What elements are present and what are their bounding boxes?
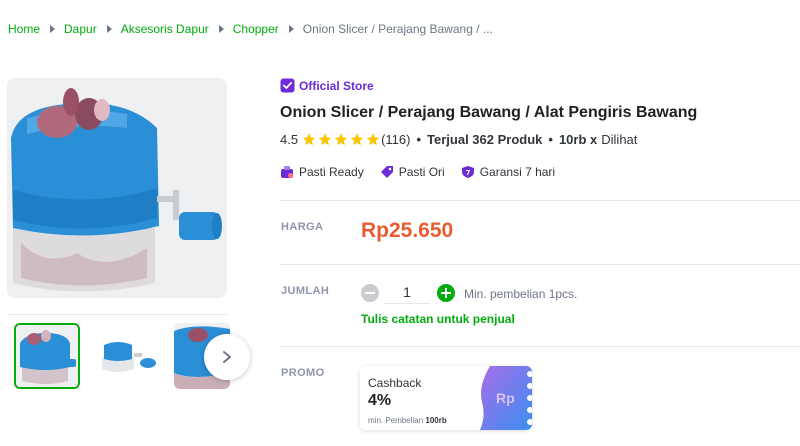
promo-value: 4% [368,392,392,409]
star-icon [318,133,332,146]
quantity-increase-button[interactable] [437,284,455,302]
divider [280,264,800,265]
star-icon [302,133,316,146]
coupon-art-icon: Rp [480,366,532,430]
badge-pasti-ori: Pasti Ori [380,165,445,179]
minimum-purchase-text: Min. pembelian 1pcs. [464,287,578,301]
separator-dot: • [548,132,553,147]
product-price: Rp25.650 [361,219,454,242]
promo-min-prefix: min. Pembelian [368,416,424,425]
promo-min-amount: 100rb [425,416,447,425]
official-store-badge: Official Store [280,78,374,93]
promo-type: Cashback [368,376,422,390]
badge-label: Garansi 7 hari [479,165,556,179]
rating-row: 4.5 (116) • Terjual 362 Produk • 10rb x … [280,132,637,147]
separator-dot: • [416,132,422,147]
breadcrumb-dapur[interactable]: Dapur [64,22,97,36]
thumbnail-next-button[interactable] [204,334,250,380]
chevron-right-icon [223,351,231,363]
views-count: 10rb x [558,132,598,147]
chevron-right-icon [50,25,56,33]
breadcrumb: Home Dapur Aksesoris Dapur Chopper Onion… [8,22,493,36]
original-tag-icon [380,166,393,178]
gallery-divider [7,314,227,315]
divider [280,200,800,201]
price-label: HARGA [281,221,324,233]
chevron-right-icon [288,25,294,33]
views-label: Dilihat [601,132,638,147]
promo-label: PROMO [281,367,325,379]
quantity-decrease-button[interactable] [361,284,379,302]
review-count[interactable]: (116) [381,132,410,147]
quantity-input[interactable] [384,280,430,304]
thumbnail-1[interactable] [14,323,80,389]
badge-pasti-ready: Pasti Ready [280,165,364,179]
coupon-art-text: Rp [496,390,515,406]
svg-text:7: 7 [465,169,470,177]
ready-icon [281,166,294,179]
chevron-right-icon [106,25,112,33]
product-guarantees: Pasti Ready Pasti Ori 7 Garansi 7 hari [280,165,571,179]
breadcrumb-current: Onion Slicer / Perajang Bawang / ... [302,22,493,36]
breadcrumb-home[interactable]: Home [8,22,40,36]
cashback-promo-card[interactable]: Cashback 4% min. Pembelian 100rb Rp [360,366,532,430]
star-icon [350,133,364,146]
promo-minimum: min. Pembelian 100rb [368,416,447,425]
badge-label: Pasti Ready [299,165,364,179]
badge-garansi: 7 Garansi 7 hari [461,165,555,179]
product-title: Onion Slicer / Perajang Bawang / Alat Pe… [280,104,698,121]
star-rating [301,132,381,147]
product-main-image[interactable] [7,78,227,298]
badge-label: Pasti Ori [398,165,445,179]
warranty-icon: 7 [461,166,474,178]
breadcrumb-aksesoris-dapur[interactable]: Aksesoris Dapur [121,22,209,36]
seller-note-link[interactable]: Tulis catatan untuk penjual [361,312,515,326]
thumbnail-2[interactable] [94,323,160,389]
chevron-right-icon [218,25,224,33]
breadcrumb-chopper[interactable]: Chopper [233,22,279,36]
official-check-icon [280,78,295,93]
sold-count: Terjual 362 Produk [427,132,543,147]
quantity-label: JUMLAH [281,285,330,297]
star-icon [366,133,380,146]
rating-value: 4.5 [280,132,299,147]
divider [280,346,800,347]
star-icon [334,133,348,146]
official-store-label: Official Store [299,78,374,93]
